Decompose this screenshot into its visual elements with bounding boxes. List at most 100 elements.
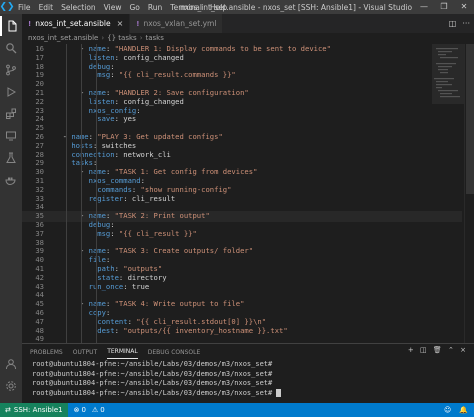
line-code: path: "outputs" xyxy=(97,264,163,273)
tab-problems[interactable]: PROBLEMS xyxy=(30,346,63,359)
terminal-line-current: root@ubuntu1804-pfne:~/ansible/Labs/03/d… xyxy=(32,388,474,399)
line-code: - name: "TASK 4: Write output to file" xyxy=(79,299,245,309)
code-editor[interactable]: 16 - name: "HANDLER 1: Display commands … xyxy=(22,44,474,343)
remote-explorer-icon[interactable] xyxy=(0,126,22,146)
minimize-button[interactable]: — xyxy=(414,0,434,14)
line-code: - name: "HANDLER 2: Save configuration" xyxy=(79,88,249,97)
line-number: 49 xyxy=(35,334,44,343)
more-actions-icon[interactable]: ··· xyxy=(462,19,470,28)
new-terminal-icon[interactable]: + xyxy=(408,346,416,354)
tab-debug-console[interactable]: DEBUG CONSOLE xyxy=(148,346,201,359)
menu-item-go[interactable]: Go xyxy=(125,3,143,12)
run-debug-icon[interactable] xyxy=(0,82,22,102)
line-code: tasks: xyxy=(71,158,97,168)
line-code: msg: "{{ cli_result }}" xyxy=(97,228,197,238)
line-code: state: directory xyxy=(97,272,167,282)
split-editor-icon[interactable]: ◫ xyxy=(449,19,457,28)
tab-output[interactable]: OUTPUT xyxy=(73,346,97,359)
menu-item-run[interactable]: Run xyxy=(144,3,166,12)
minimap-preview xyxy=(432,44,464,104)
chevron-up-icon[interactable]: ⌃ xyxy=(448,346,456,354)
activity-bar xyxy=(0,14,22,403)
terminal-line: root@ubuntu1804-pfne:~/ansible/Labs/03/d… xyxy=(32,379,273,387)
tab-nxos-int-set[interactable]: ! nxos_int_set.ansible × xyxy=(22,14,131,33)
remote-icon: ⇄ xyxy=(5,406,11,414)
notifications-bell-icon[interactable]: 🔔 xyxy=(459,406,468,414)
search-icon[interactable] xyxy=(0,38,22,58)
panel-actions: + ◫ 🗑 ⌃ × xyxy=(408,346,468,354)
line-code: listen: config_changed xyxy=(88,96,184,106)
menu-item-file[interactable]: File xyxy=(14,3,35,12)
menu-item-selection[interactable]: Selection xyxy=(57,3,100,12)
line-code: connection: network_cli xyxy=(71,149,171,159)
window-title: nxos_int_set.ansible - nxos_set [SSH: An… xyxy=(180,2,414,12)
line-code: copy: xyxy=(88,308,111,317)
indent-guide xyxy=(81,44,82,343)
terminal-prompt: root@ubuntu1804-pfne:~/ansible/Labs/03/d… xyxy=(32,388,277,397)
chevron-right-icon: › xyxy=(101,34,105,42)
indent-guide xyxy=(96,44,97,343)
terminal-line: root@ubuntu1804-pfne:~/ansible/Labs/03/d… xyxy=(32,369,273,378)
settings-gear-icon[interactable] xyxy=(0,376,22,396)
line-code: - name: "TASK 1: Get config from devices… xyxy=(79,167,258,177)
close-panel-icon[interactable]: × xyxy=(460,346,468,354)
editor-scrollbar[interactable] xyxy=(464,44,474,343)
code-line[interactable]: 49 xyxy=(22,334,462,343)
breadcrumb-section[interactable]: {} tasks xyxy=(107,34,137,42)
breadcrumb-file[interactable]: nxos_int_set.ansible xyxy=(28,34,98,42)
warning-icon[interactable]: ⚠ xyxy=(92,406,98,414)
title-bar: ❮❯ File Edit Selection View Go Run Terminal Hel… xyxy=(0,0,474,14)
breadcrumb-symbol[interactable]: tasks xyxy=(146,34,164,42)
maximize-button[interactable]: ❐ xyxy=(434,0,454,14)
editor-actions: ◫ ··· xyxy=(449,14,470,33)
error-icon[interactable]: ⊗ xyxy=(74,406,80,414)
feedback-icon[interactable]: ☺ xyxy=(444,406,451,414)
yaml-file-icon: ! xyxy=(28,19,32,28)
docker-icon[interactable] xyxy=(0,170,22,190)
line-code: listen: config_changed xyxy=(88,52,184,62)
terminal-line: root@ubuntu1804-pfne:~/ansible/Labs/03/d… xyxy=(32,360,273,368)
terminal-cursor xyxy=(276,388,282,397)
status-bar: ⇄ SSH: Ansible1 ⊗ 0 ⚠ 0 ☺ 🔔 xyxy=(0,403,474,417)
line-code: content: "{{ cli_result.stdout[0] }}\n" xyxy=(97,316,267,326)
menu-item-edit[interactable]: Edit xyxy=(35,3,58,12)
remote-indicator[interactable]: ⇄ SSH: Ansible1 xyxy=(0,403,68,417)
line-code: debug: xyxy=(88,220,115,229)
status-right: ☺ 🔔 xyxy=(444,406,468,414)
vscode-logo-icon: ❮❯ xyxy=(0,2,15,12)
line-code: dest: "outputs/{{ inventory_hostname }}.… xyxy=(97,325,288,335)
minimap[interactable] xyxy=(432,44,464,343)
line-code: register: cli_result xyxy=(88,193,176,203)
editor-tabs: ! nxos_int_set.ansible × ! nxos_vxlan_se… xyxy=(22,14,474,33)
yaml-file-icon: ! xyxy=(136,19,140,28)
line-code: nxos_command: xyxy=(88,176,145,185)
remote-label: SSH: Ansible1 xyxy=(13,406,63,414)
line-code: run_once: true xyxy=(88,281,150,291)
testing-icon[interactable] xyxy=(0,148,22,168)
chevron-right-icon: › xyxy=(139,34,143,42)
tab-terminal[interactable]: TERMINAL xyxy=(107,345,138,359)
error-count: 0 xyxy=(81,406,86,414)
close-window-button[interactable]: ✕ xyxy=(454,0,474,14)
split-terminal-icon[interactable]: ◫ xyxy=(420,346,429,354)
source-control-icon[interactable] xyxy=(0,60,22,80)
panel-tabs: PROBLEMS OUTPUT TERMINAL DEBUG CONSOLE xyxy=(22,344,474,360)
extensions-icon[interactable] xyxy=(0,104,22,124)
scrollbar-thumb[interactable] xyxy=(466,44,474,194)
account-icon[interactable] xyxy=(0,354,22,374)
explorer-icon[interactable] xyxy=(0,16,22,36)
bottom-panel: PROBLEMS OUTPUT TERMINAL DEBUG CONSOLE +… xyxy=(22,343,474,403)
line-code: file: xyxy=(88,255,111,265)
line-code: - name: "TASK 2: Print output" xyxy=(79,211,210,221)
line-code: debug: xyxy=(88,61,115,71)
warning-count: 0 xyxy=(100,406,105,414)
window-controls: — ❐ ✕ xyxy=(414,0,474,14)
menu-item-view[interactable]: View xyxy=(100,3,126,12)
tab-nxos-vxlan-set[interactable]: ! nxos_vxlan_set.yml xyxy=(130,14,224,33)
line-code: - name: "PLAY 3: Get updated configs" xyxy=(62,132,223,141)
line-code: - name: "TASK 3: Create outputs/ folder" xyxy=(79,246,254,256)
terminal[interactable]: root@ubuntu1804-pfne:~/ansible/Labs/03/d… xyxy=(22,360,474,398)
indent-guide xyxy=(66,44,67,343)
close-tab-icon[interactable]: × xyxy=(117,19,124,28)
kill-terminal-icon[interactable]: 🗑 xyxy=(433,346,444,354)
